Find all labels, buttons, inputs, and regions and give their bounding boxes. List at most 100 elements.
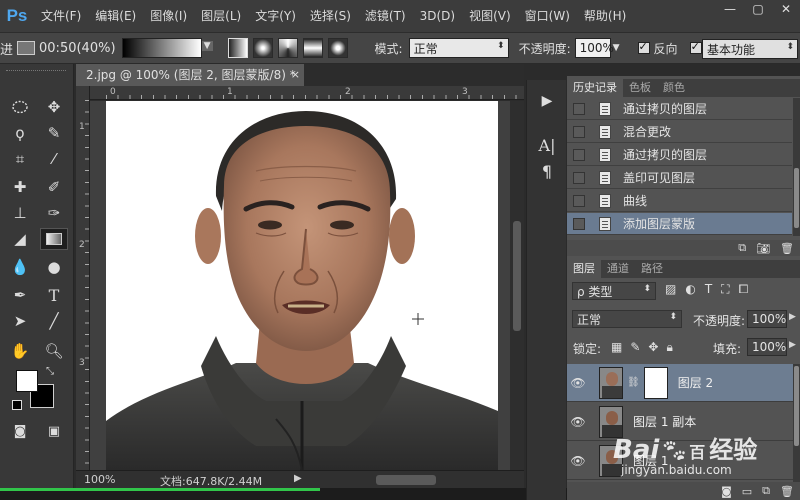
history-brush-source-box[interactable] — [573, 217, 585, 230]
new-group-icon[interactable]: ▭ — [742, 485, 752, 498]
link-chain-icon[interactable]: ⛓ — [627, 377, 640, 388]
tab-layers[interactable]: 图层 — [567, 260, 601, 278]
eye-icon[interactable]: 👁︎ — [567, 415, 589, 429]
history-scrollbar[interactable] — [793, 98, 800, 236]
eraser-tool-icon[interactable]: ◢ — [6, 228, 34, 250]
angle-gradient-icon[interactable] — [277, 38, 298, 58]
new-document-from-state-icon[interactable]: ⧉ — [738, 241, 746, 255]
menu-image[interactable]: 图像(I) — [143, 0, 194, 32]
menu-filter[interactable]: 滤镜(T) — [358, 0, 413, 32]
fill-input[interactable]: 100% — [747, 338, 787, 356]
canvas-area[interactable] — [90, 101, 510, 470]
crop-tool-icon[interactable]: ⌗ — [6, 148, 34, 170]
history-item[interactable]: 盖印可见图层 — [567, 167, 792, 189]
foreground-color-swatch[interactable] — [16, 370, 38, 392]
scrollbar-thumb[interactable] — [794, 366, 799, 446]
portrait-photo[interactable] — [106, 101, 498, 470]
horizontal-scrollbar-thumb[interactable] — [376, 475, 436, 485]
dodge-tool-icon[interactable]: ● — [40, 256, 68, 278]
chevron-right-icon[interactable]: ▶ — [789, 340, 796, 350]
zoom-level[interactable]: 100% — [84, 473, 115, 486]
ps-logo[interactable]: Ps — [0, 0, 34, 32]
diamond-gradient-icon[interactable] — [327, 38, 348, 58]
trash-icon[interactable]: 🗑︎ — [780, 485, 794, 498]
type-filter-icon[interactable]: T — [705, 282, 712, 297]
menu-help[interactable]: 帮助(H) — [577, 0, 633, 32]
history-item[interactable]: 通过拷贝的图层 — [567, 144, 792, 166]
tab-swatches[interactable]: 色板 — [623, 79, 657, 97]
maximize-button[interactable]: ▢ — [744, 0, 772, 18]
tab-history[interactable]: 历史记录 — [567, 79, 623, 97]
close-window-button[interactable]: ✕ — [772, 0, 800, 18]
history-brush-source-box[interactable] — [573, 125, 585, 138]
menu-3d[interactable]: 3D(D) — [413, 0, 462, 32]
scrollbar-thumb[interactable] — [794, 168, 799, 228]
line-tool-icon[interactable]: ╱ — [40, 310, 68, 332]
workspace-select[interactable]: 基本功能 ⬍ — [702, 39, 798, 59]
opacity-input[interactable]: 100% — [574, 38, 614, 58]
shape-filter-icon[interactable]: ⛶ — [721, 282, 729, 297]
hand-tool-icon[interactable]: ✋ — [6, 340, 34, 362]
swap-colors-icon[interactable]: ⤡ — [46, 366, 54, 377]
lock-position-icon[interactable]: ✥ — [648, 340, 658, 355]
mode-select[interactable]: 正常 ⬍ — [408, 38, 509, 58]
close-tab-icon[interactable]: × — [291, 64, 300, 86]
paragraph-panel-icon[interactable]: ¶ — [535, 160, 559, 182]
menu-select[interactable]: 选择(S) — [303, 0, 358, 32]
trash-icon[interactable]: 🗑︎ — [780, 242, 794, 255]
marquee-tool-icon[interactable] — [6, 96, 34, 118]
history-brush-source-box[interactable] — [573, 194, 585, 207]
quick-mask-icon[interactable]: ◙ — [6, 420, 34, 442]
history-brush-source-box[interactable] — [573, 148, 585, 161]
blur-tool-icon[interactable]: 💧 — [6, 256, 34, 278]
chevron-right-icon[interactable]: ▶ — [789, 312, 796, 322]
menu-file[interactable]: 文件(F) — [34, 0, 88, 32]
gradient-tool-icon[interactable] — [40, 228, 68, 250]
linear-gradient-icon[interactable] — [227, 38, 248, 58]
smart-object-filter-icon[interactable]: ⧠ — [739, 282, 749, 297]
history-item[interactable]: 曲线 — [567, 190, 792, 212]
gradient-tool-icon[interactable] — [17, 41, 36, 55]
eye-icon[interactable]: 👁︎ — [567, 454, 589, 468]
menu-window[interactable]: 窗口(W) — [518, 0, 577, 32]
path-select-tool-icon[interactable]: ➤ — [6, 310, 34, 332]
zoom-tool-icon[interactable]: 🔍︎ — [40, 340, 68, 362]
history-item[interactable]: 混合更改 — [567, 121, 792, 143]
history-item[interactable]: 通过拷贝的图层 — [567, 98, 792, 120]
layer-opacity-input[interactable]: 100% — [747, 310, 787, 328]
tab-channels[interactable]: 通道 — [601, 260, 635, 278]
gradient-picker[interactable]: ▼ — [121, 38, 213, 58]
layer-row-selected[interactable]: 👁︎ ⛓ 图层 2 — [567, 364, 793, 402]
new-snapshot-icon[interactable]: 📷︎ — [756, 242, 770, 255]
pixel-filter-icon[interactable]: ▨ — [665, 282, 676, 297]
minimize-button[interactable]: — — [716, 0, 744, 18]
layers-scrollbar[interactable] — [793, 364, 800, 482]
menu-view[interactable]: 视图(V) — [462, 0, 518, 32]
play-action-icon[interactable]: ▶ — [535, 90, 559, 112]
eye-icon[interactable]: 👁︎ — [567, 376, 589, 390]
lock-all-icon[interactable]: 🔒︎ — [666, 340, 672, 355]
reflected-gradient-icon[interactable] — [302, 38, 323, 58]
lock-transparent-icon[interactable]: ▦ — [611, 340, 622, 355]
eyedropper-tool-icon[interactable]: ⁄ — [40, 148, 68, 170]
brush-tool-icon[interactable]: ✐ — [40, 176, 68, 198]
canvas-vertical-scrollbar[interactable] — [510, 101, 524, 470]
history-item-selected[interactable]: 添加图层蒙版 — [567, 213, 792, 235]
scrollbar-thumb[interactable] — [513, 221, 521, 331]
history-brush-tool-icon[interactable]: ✑ — [40, 202, 68, 224]
menu-layer[interactable]: 图层(L) — [194, 0, 248, 32]
healing-brush-tool-icon[interactable]: ✚ — [6, 176, 34, 198]
type-tool-icon[interactable]: T — [40, 284, 68, 306]
layer-mask-thumbnail[interactable] — [643, 366, 668, 399]
layer-filter-select[interactable]: ρ 类型 ⬍ — [572, 282, 656, 300]
toolbar-grip[interactable] — [6, 70, 66, 74]
clone-stamp-tool-icon[interactable]: ⊥ — [6, 202, 34, 224]
lasso-tool-icon[interactable]: ϙ — [6, 122, 34, 144]
history-brush-source-box[interactable] — [573, 102, 585, 115]
character-panel-icon[interactable]: A| — [535, 134, 559, 156]
dither-checkbox[interactable] — [689, 40, 702, 54]
adjustment-filter-icon[interactable]: ◐ — [685, 282, 695, 297]
add-mask-icon[interactable]: ◙ — [721, 485, 732, 498]
screen-mode-icon[interactable]: ▣ — [40, 420, 68, 442]
tab-color[interactable]: 颜色 — [657, 79, 691, 97]
